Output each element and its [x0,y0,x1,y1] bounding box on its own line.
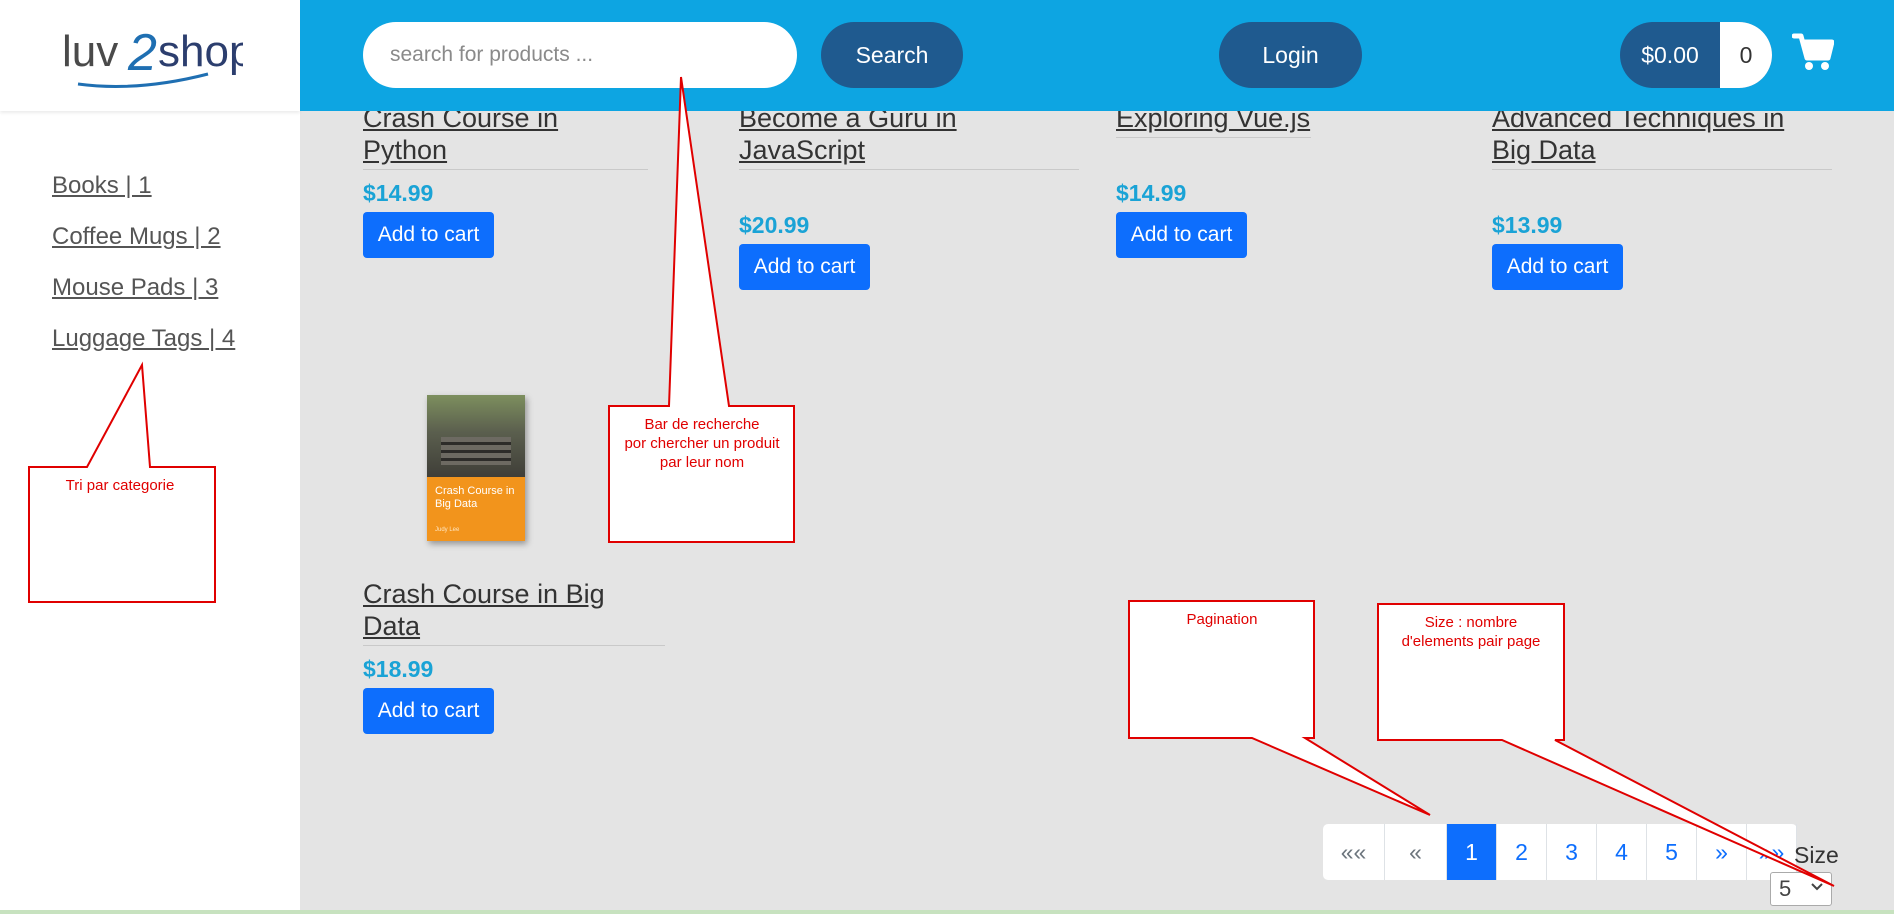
annotation-line: par leur nom [659,454,745,471]
annotation-line: d'elements pair page [1401,633,1541,650]
annotation-line: Size : nombre [1424,614,1518,631]
annotation-layer [28,76,1835,887]
annotation-size: Size : nombre d'elements pair page [1380,613,1562,651]
bottom-border [0,910,1894,914]
callout-search-box [608,76,795,543]
annotation-line: Bar de recherche [644,416,760,433]
annotation-pagination: Pagination [1186,611,1258,628]
annotation-line: por chercher un produit [624,435,780,452]
annotation-category: Tri par categorie [65,477,175,494]
annotation-search: Bar de recherche por chercher un produit… [612,415,792,472]
